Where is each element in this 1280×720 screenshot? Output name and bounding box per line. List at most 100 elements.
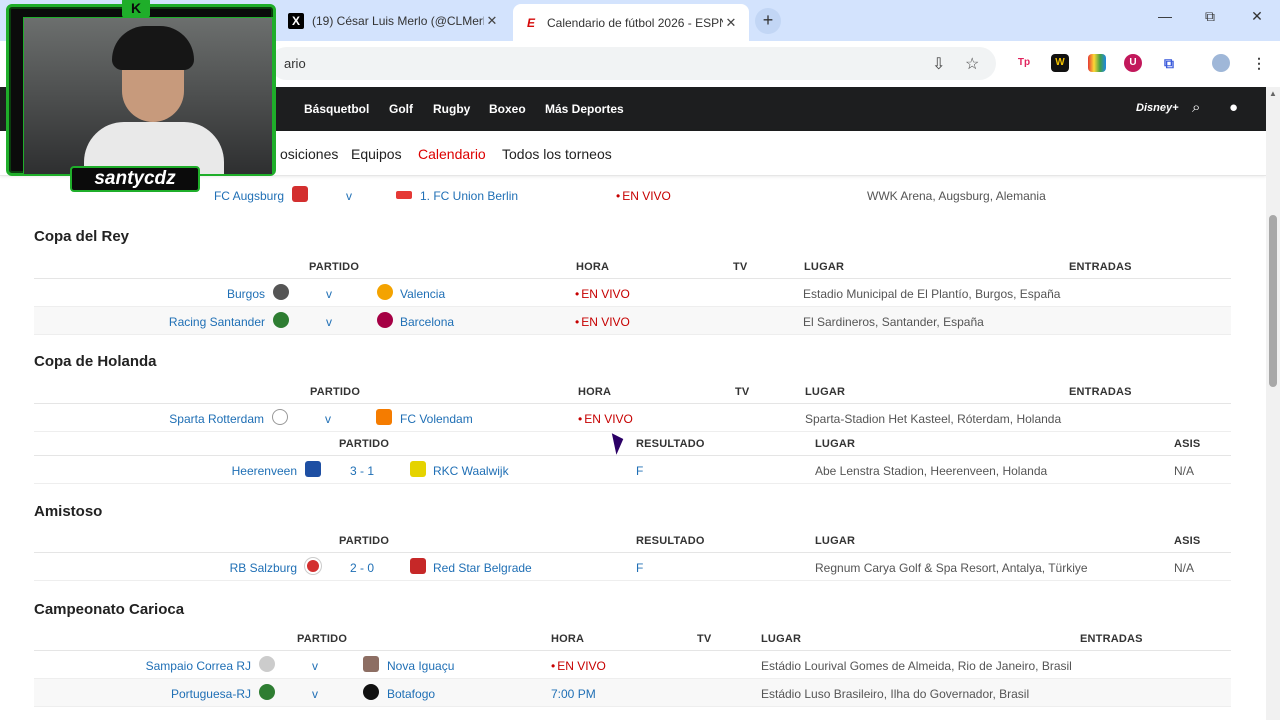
tab-title: (19) César Luis Merlo (@CLMerlo): [312, 14, 484, 28]
nav-basquetbol[interactable]: Básquetbol: [304, 102, 369, 116]
new-tab-button[interactable]: +: [755, 8, 781, 34]
match-time-link[interactable]: 7:00 PM: [551, 687, 596, 701]
address-text[interactable]: ario: [284, 56, 306, 71]
install-app-icon[interactable]: ⇩: [932, 54, 945, 74]
live-status[interactable]: EN VIVO: [616, 189, 671, 203]
col-entradas: ENTRADAS: [1080, 633, 1143, 645]
section-title-copa-de-holanda: Copa de Holanda: [34, 353, 157, 370]
vs-link[interactable]: v: [325, 412, 331, 426]
col-lugar: LUGAR: [805, 386, 846, 398]
minimize-button[interactable]: —: [1150, 8, 1180, 24]
account-icon[interactable]: ●: [1229, 99, 1238, 116]
home-team-link[interactable]: Racing Santander: [134, 315, 265, 329]
home-team-link[interactable]: Sparta Rotterdam: [114, 412, 264, 426]
extension-color-icon[interactable]: [1088, 54, 1106, 72]
nav-golf[interactable]: Golf: [389, 102, 413, 116]
vs-link[interactable]: v: [312, 687, 318, 701]
extension-tp-icon[interactable]: Tp: [1015, 54, 1033, 72]
col-partido: PARTIDO: [297, 633, 348, 645]
close-tab-icon[interactable]: ✕: [723, 15, 739, 31]
live-status[interactable]: EN VIVO: [575, 287, 630, 301]
col-entradas: ENTRADAS: [1069, 261, 1132, 273]
scrollbar-thumb[interactable]: [1269, 215, 1277, 387]
section-title-campeonato-carioca: Campeonato Carioca: [34, 601, 185, 618]
live-status[interactable]: EN VIVO: [551, 659, 606, 673]
table-row: Burgos v Valencia EN VIVO Estadio Munici…: [34, 279, 1231, 307]
away-team-link[interactable]: FC Volendam: [400, 412, 473, 426]
col-resultado: RESULTADO: [636, 438, 705, 450]
search-icon[interactable]: ⌕: [1192, 99, 1200, 116]
botafogo-crest-icon: [363, 684, 379, 700]
subnav-calendario[interactable]: Calendario: [418, 146, 486, 162]
tab-title: Calendario de fútbol 2026 - ESPN: [547, 15, 723, 30]
racing-crest-icon: [273, 312, 289, 328]
extensions-puzzle-icon[interactable]: ⧉: [1160, 54, 1178, 72]
subnav-equipos[interactable]: Equipos: [351, 146, 402, 162]
nav-mas-deportes[interactable]: Más Deportes: [545, 102, 624, 116]
venue: Regnum Carya Golf & Spa Resort, Antalya,…: [815, 561, 1088, 575]
vs-link[interactable]: v: [326, 287, 332, 301]
webcam-overlay: K santycdz: [0, 0, 280, 196]
x-logo-icon: X: [288, 13, 304, 29]
venue: Estádio Lourival Gomes de Almeida, Rio d…: [761, 659, 1072, 673]
col-tv: TV: [735, 386, 750, 398]
venue: WWK Arena, Augsburg, Alemania: [867, 189, 1046, 203]
subnav-todos-torneos[interactable]: Todos los torneos: [502, 146, 612, 162]
home-team-link[interactable]: Burgos: [134, 287, 265, 301]
score-link[interactable]: 3 - 1: [350, 464, 374, 478]
col-entradas: ENTRADAS: [1069, 386, 1132, 398]
result-link[interactable]: F: [636, 561, 643, 575]
page-scrollbar[interactable]: ▲: [1266, 87, 1280, 720]
close-window-button[interactable]: ✕: [1242, 8, 1272, 25]
vs-link[interactable]: v: [312, 659, 318, 673]
nav-rugby[interactable]: Rugby: [433, 102, 470, 116]
col-partido: PARTIDO: [309, 261, 360, 273]
address-bar[interactable]: ario ⇩ ☆: [270, 47, 996, 80]
nav-boxeo[interactable]: Boxeo: [489, 102, 526, 116]
vs-link[interactable]: v: [326, 315, 332, 329]
away-team-link[interactable]: 1. FC Union Berlin: [420, 189, 518, 203]
score-link[interactable]: 2 - 0: [350, 561, 374, 575]
extension-u-icon[interactable]: U: [1124, 54, 1142, 72]
table-row: Racing Santander v Barcelona EN VIVO El …: [34, 307, 1231, 335]
sparta-crest-icon: [272, 409, 288, 425]
tab-twitter[interactable]: X (19) César Luis Merlo (@CLMerlo) ✕: [278, 6, 510, 36]
subnav-posiciones[interactable]: osiciones: [280, 146, 338, 162]
browser-menu-icon[interactable]: ⋮: [1250, 54, 1268, 72]
result-link[interactable]: F: [636, 464, 643, 478]
section-title-amistoso: Amistoso: [34, 503, 103, 520]
home-team-link[interactable]: Sampaio Correa RJ: [114, 659, 251, 673]
scroll-up-arrow-icon[interactable]: ▲: [1269, 89, 1277, 98]
away-team-link[interactable]: Nova Iguaçu: [387, 659, 454, 673]
venue: Abe Lenstra Stadion, Heerenveen, Holanda: [815, 464, 1048, 478]
home-team-link[interactable]: RB Salzburg: [164, 561, 297, 575]
table-row: Heerenveen 3 - 1 RKC Waalwijk F Abe Lens…: [34, 456, 1231, 484]
barcelona-crest-icon: [377, 312, 393, 328]
col-asis: ASIS: [1174, 438, 1201, 450]
away-team-link[interactable]: RKC Waalwijk: [433, 464, 509, 478]
home-team-link[interactable]: Heerenveen: [164, 464, 297, 478]
live-status[interactable]: EN VIVO: [578, 412, 633, 426]
disney-plus-logo[interactable]: Disney+: [1136, 102, 1179, 114]
extension-w-icon[interactable]: W: [1051, 54, 1069, 72]
tab-espn-calendar[interactable]: E Calendario de fútbol 2026 - ESPN ✕: [513, 4, 749, 41]
col-lugar: LUGAR: [815, 438, 856, 450]
away-team-link[interactable]: Red Star Belgrade: [433, 561, 532, 575]
away-team-link[interactable]: Valencia: [400, 287, 445, 301]
attendance: N/A: [1174, 464, 1195, 478]
table-header: PARTIDO RESULTADO LUGAR ASIS: [34, 432, 1231, 456]
bookmark-star-icon[interactable]: ☆: [965, 54, 979, 74]
webcam-frame: [6, 4, 276, 176]
venue: Sparta-Stadion Het Kasteel, Róterdam, Ho…: [805, 412, 1062, 426]
schedule-content: FC Augsburg v 1. FC Union Berlin EN VIVO…: [0, 177, 1266, 720]
close-tab-icon[interactable]: ✕: [484, 13, 500, 29]
live-status[interactable]: EN VIVO: [575, 315, 630, 329]
col-hora: HORA: [578, 386, 612, 398]
away-team-link[interactable]: Barcelona: [400, 315, 454, 329]
venue: El Sardineros, Santander, España: [803, 315, 984, 329]
away-team-link[interactable]: Botafogo: [387, 687, 435, 701]
restore-button[interactable]: ⧉: [1195, 8, 1225, 25]
profile-avatar-icon[interactable]: [1212, 54, 1230, 72]
home-team-link[interactable]: Portuguesa-RJ: [114, 687, 251, 701]
vs-link[interactable]: v: [346, 189, 352, 203]
